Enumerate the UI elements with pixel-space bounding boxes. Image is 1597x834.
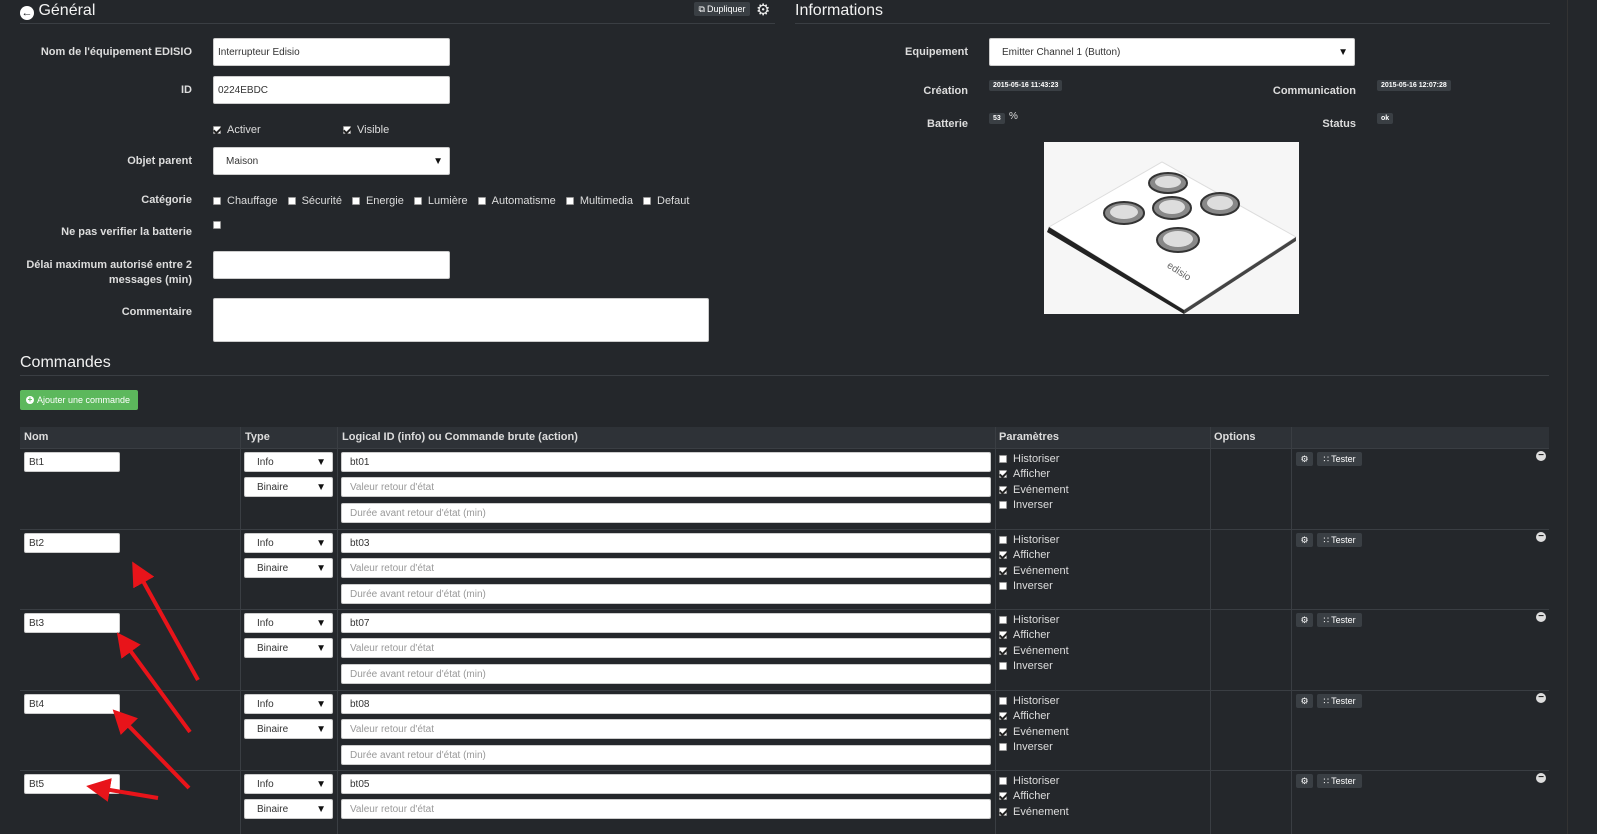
arrow-bt3 [116, 632, 192, 734]
arrow-bt2 [132, 561, 200, 681]
arrow-bt5 [86, 778, 159, 802]
annotation-arrows [86, 561, 200, 802]
page-scrollbar[interactable] [1567, 0, 1597, 834]
arrow-bt4 [112, 709, 191, 790]
